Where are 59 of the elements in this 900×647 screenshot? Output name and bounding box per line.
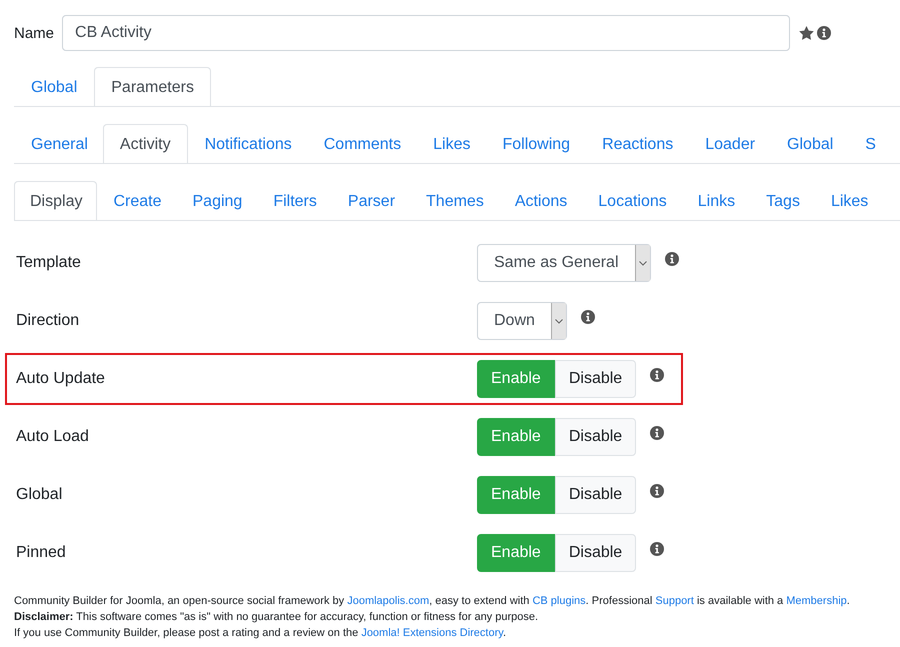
tab[interactable]: Likes [814, 181, 884, 220]
tab[interactable]: Parser [332, 181, 410, 220]
link[interactable]: Support [655, 595, 694, 607]
select-field[interactable]: Same as General [477, 244, 651, 282]
toggle-button[interactable]: Enable [477, 476, 555, 514]
caret-icon[interactable] [638, 260, 647, 266]
info-icon[interactable] [817, 26, 832, 40]
field-label: Name [14, 24, 54, 42]
tab[interactable]: Parameters [94, 67, 211, 106]
info-icon[interactable] [650, 542, 664, 556]
tab[interactable]: Create [97, 181, 176, 220]
toggle-button[interactable]: Disable [554, 418, 636, 456]
tab[interactable]: Following [485, 124, 586, 163]
link[interactable]: Membership [786, 595, 847, 607]
caret-icon[interactable] [554, 318, 563, 324]
link[interactable]: Joomlapolis.com [347, 595, 430, 607]
toggle-button[interactable]: Enable [477, 360, 555, 398]
tab[interactable]: Actions [498, 181, 582, 220]
tab[interactable]: Locations [582, 181, 682, 220]
name-input[interactable]: CB Activity [62, 15, 790, 51]
info-icon[interactable] [650, 484, 664, 498]
link[interactable]: Joomla! Extensions Directory [361, 627, 503, 639]
tab[interactable]: Global [14, 67, 94, 106]
info-icon[interactable] [650, 368, 664, 382]
tab[interactable]: Likes [416, 124, 486, 163]
toggle-button[interactable]: Disable [554, 476, 636, 514]
info-icon[interactable] [664, 252, 679, 266]
star-icon[interactable] [799, 26, 814, 40]
footer-text: Disclaimer: This software comes "as is" with no guarantee for accuracy, function or fitness for any purpose. [14, 610, 540, 625]
toggle-button[interactable]: Disable [554, 534, 636, 572]
tab[interactable]: Loader [688, 124, 770, 163]
tab[interactable]: Display [14, 181, 98, 220]
setting-label: Auto Load [16, 428, 90, 446]
toggle-button[interactable]: Disable [554, 360, 636, 398]
tab[interactable]: Paging [176, 181, 258, 220]
tab[interactable]: Themes [410, 181, 499, 220]
info-icon[interactable] [580, 310, 595, 324]
tab[interactable]: Notifications [188, 124, 307, 163]
tab[interactable]: Filters [257, 181, 332, 220]
footer-text: If you use Community Builder, please post a rating and a review on the Joomla! Extensions Directory. [14, 626, 507, 641]
tab[interactable]: Reactions [585, 124, 688, 163]
setting-label: Direction [16, 312, 80, 330]
setting-label: Global [16, 486, 64, 504]
setting-label: Pinned [16, 544, 67, 562]
setting-label: Auto Update [16, 370, 106, 388]
info-icon[interactable] [650, 426, 664, 440]
tab[interactable]: Links [682, 181, 750, 220]
toggle-button[interactable]: Enable [477, 418, 555, 456]
tab[interactable]: Comments [306, 124, 416, 163]
tab[interactable]: Tags [750, 181, 815, 220]
tab[interactable]: General [14, 124, 103, 163]
tab[interactable]: S [848, 124, 891, 163]
link[interactable]: CB plugins [532, 595, 586, 607]
select-field[interactable]: Down [477, 302, 567, 340]
toggle-button[interactable]: Enable [477, 534, 555, 572]
setting-label: Template [16, 254, 82, 272]
tab[interactable]: Global [770, 124, 848, 163]
footer-text: Community Builder for Joomla, an open-source social framework by Joomlapolis.com, easy to extend with CB plugins. Professional Support is available with a Membership. [14, 594, 851, 609]
tab[interactable]: Activity [102, 124, 188, 163]
